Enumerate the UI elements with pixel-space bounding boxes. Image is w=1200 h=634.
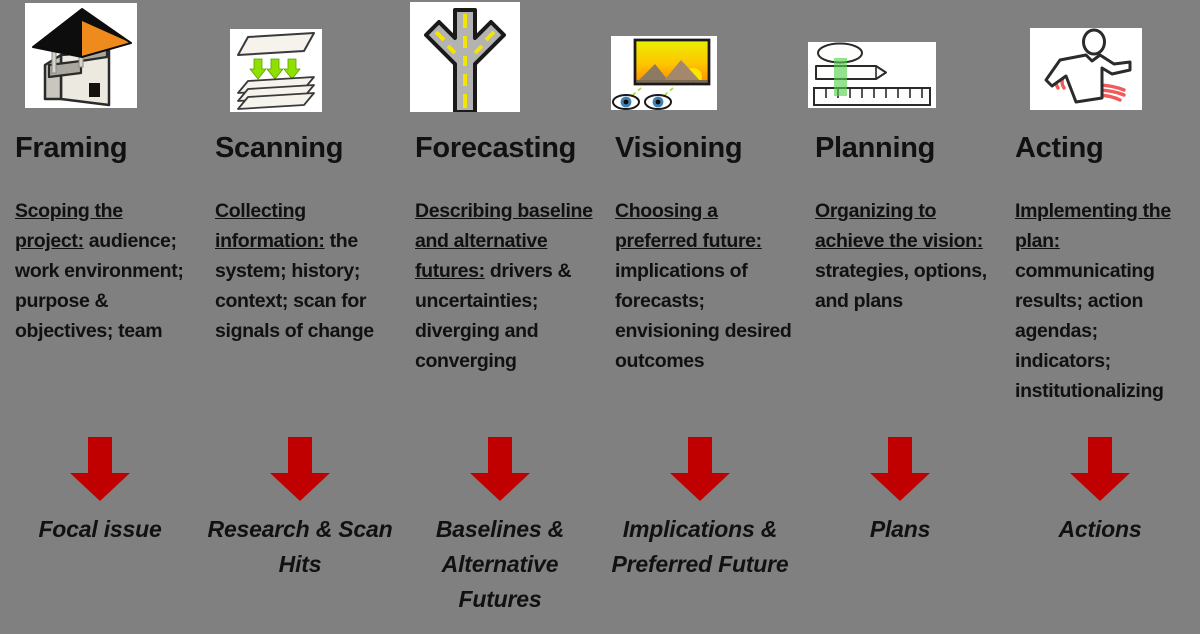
foresight-framework-diagram: Framing Scoping the project: audience; w… [0,0,1200,634]
down-arrow-icon-art [870,437,930,501]
description-scanning: Collecting information: the system; hist… [215,196,395,346]
eyes-viewing-landscape-icon [611,36,717,110]
column-scanning: Scanning Collecting information: the sys… [200,0,400,634]
outcome-visioning: Implications & Preferred Future [611,516,789,577]
description-lead-visioning: Choosing a preferred future: [615,200,762,252]
paper-stack-scan-icon-art [230,29,322,112]
eyes-viewing-landscape-icon-art [611,36,717,110]
down-arrow-icon [268,437,332,503]
column-forecasting: Forecasting Describing baseline and alte… [400,0,600,634]
description-lead-planning: Organizing to achieve the vision: [815,200,983,252]
column-framing: Framing Scoping the project: audience; w… [0,0,200,634]
heading-acting: Acting [1015,132,1104,164]
down-arrow-icon [668,437,732,503]
down-arrow-icon [868,437,932,503]
column-planning: Planning Organizing to achieve the visio… [800,0,1000,634]
description-planning: Organizing to achieve the vision: strate… [815,196,995,316]
column-visioning: Visioning Choosing a preferred future: i… [600,0,800,634]
down-arrow-icon-art [1070,437,1130,501]
description-detail-acting: communicating results; action agendas; i… [1015,260,1164,402]
outcome-forecasting: Baselines & Alternative Futures [435,516,565,612]
house-frame-icon [25,3,137,108]
outcome-planning: Plans [869,516,931,542]
description-forecasting: Describing baseline and alternative futu… [415,196,595,376]
down-arrow-icon [68,437,132,503]
outcome-scanning: Research & Scan Hits [207,516,393,577]
down-arrow-icon-art [470,437,530,501]
heading-visioning: Visioning [615,132,743,164]
heading-framing: Framing [15,132,128,164]
down-arrow-icon [1068,437,1132,503]
down-arrow-icon [468,437,532,503]
down-arrow-icon-art [70,437,130,501]
pencil-ruler-eraser-icon-art [808,42,936,108]
heading-scanning: Scanning [215,132,344,164]
outcome-acting: Actions [1058,516,1142,542]
description-lead-scanning: Collecting information: [215,200,325,252]
column-acting: Acting Implementing the plan: communicat… [1000,0,1200,634]
forking-road-icon [410,2,520,112]
paper-stack-scan-icon [230,29,322,112]
description-detail-visioning: implications of forecasts; envisioning d… [615,260,792,372]
running-person-icon [1030,28,1142,110]
description-acting: Implementing the plan: communicating res… [1015,196,1195,406]
heading-forecasting: Forecasting [415,132,577,164]
heading-planning: Planning [815,132,936,164]
description-detail-planning: strategies, options, and plans [815,260,987,312]
down-arrow-icon-art [670,437,730,501]
running-person-icon-art [1030,28,1142,110]
pencil-ruler-eraser-icon [808,42,936,108]
description-visioning: Choosing a preferred future: implication… [615,196,795,376]
down-arrow-icon-art [270,437,330,501]
description-lead-acting: Implementing the plan: [1015,200,1171,252]
house-frame-icon-art [25,3,137,108]
description-framing: Scoping the project: audience; work envi… [15,196,195,346]
forking-road-icon-art [410,2,520,112]
outcome-framing: Focal issue [38,516,162,542]
